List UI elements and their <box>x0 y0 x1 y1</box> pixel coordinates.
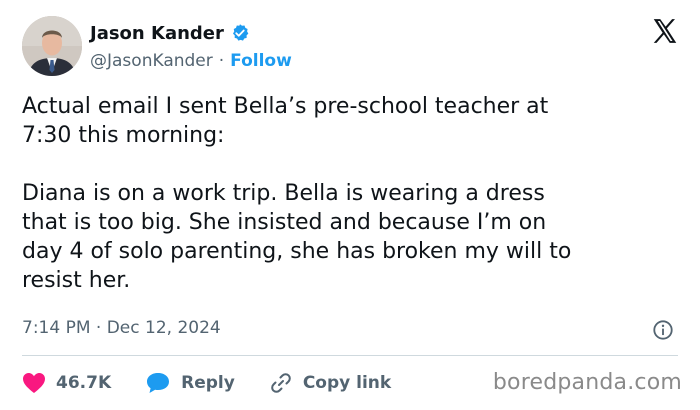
info-icon[interactable] <box>652 319 674 341</box>
reply-button[interactable]: Reply <box>145 371 235 395</box>
avatar[interactable] <box>22 16 82 76</box>
action-bar: 46.7K Reply Copy link <box>22 368 425 398</box>
heart-icon <box>23 373 45 393</box>
author-info: Jason Kander @JasonKander · Follow <box>90 22 292 72</box>
x-logo-icon[interactable] <box>650 16 680 46</box>
like-button[interactable]: 46.7K <box>22 372 111 394</box>
divider <box>22 355 678 356</box>
watermark: boredpanda.com <box>492 370 682 395</box>
separator-dot: · <box>218 51 225 71</box>
timestamp[interactable]: 7:14 PM · Dec 12, 2024 <box>22 318 221 338</box>
handle[interactable]: @JasonKander <box>90 51 213 71</box>
like-count: 46.7K <box>56 373 112 393</box>
copy-link-button[interactable]: Copy link <box>269 371 391 395</box>
tweet-text: Actual email I sent Bella’s pre-school t… <box>22 94 572 293</box>
reply-bubble-icon <box>147 373 170 393</box>
reply-label: Reply <box>181 373 235 393</box>
link-icon <box>271 373 291 393</box>
copy-link-label: Copy link <box>302 373 392 393</box>
tweet-header: Jason Kander @JasonKander · Follow <box>22 16 682 78</box>
verified-badge-icon <box>230 23 250 43</box>
follow-button[interactable]: Follow <box>230 51 292 71</box>
display-name[interactable]: Jason Kander <box>90 23 224 44</box>
